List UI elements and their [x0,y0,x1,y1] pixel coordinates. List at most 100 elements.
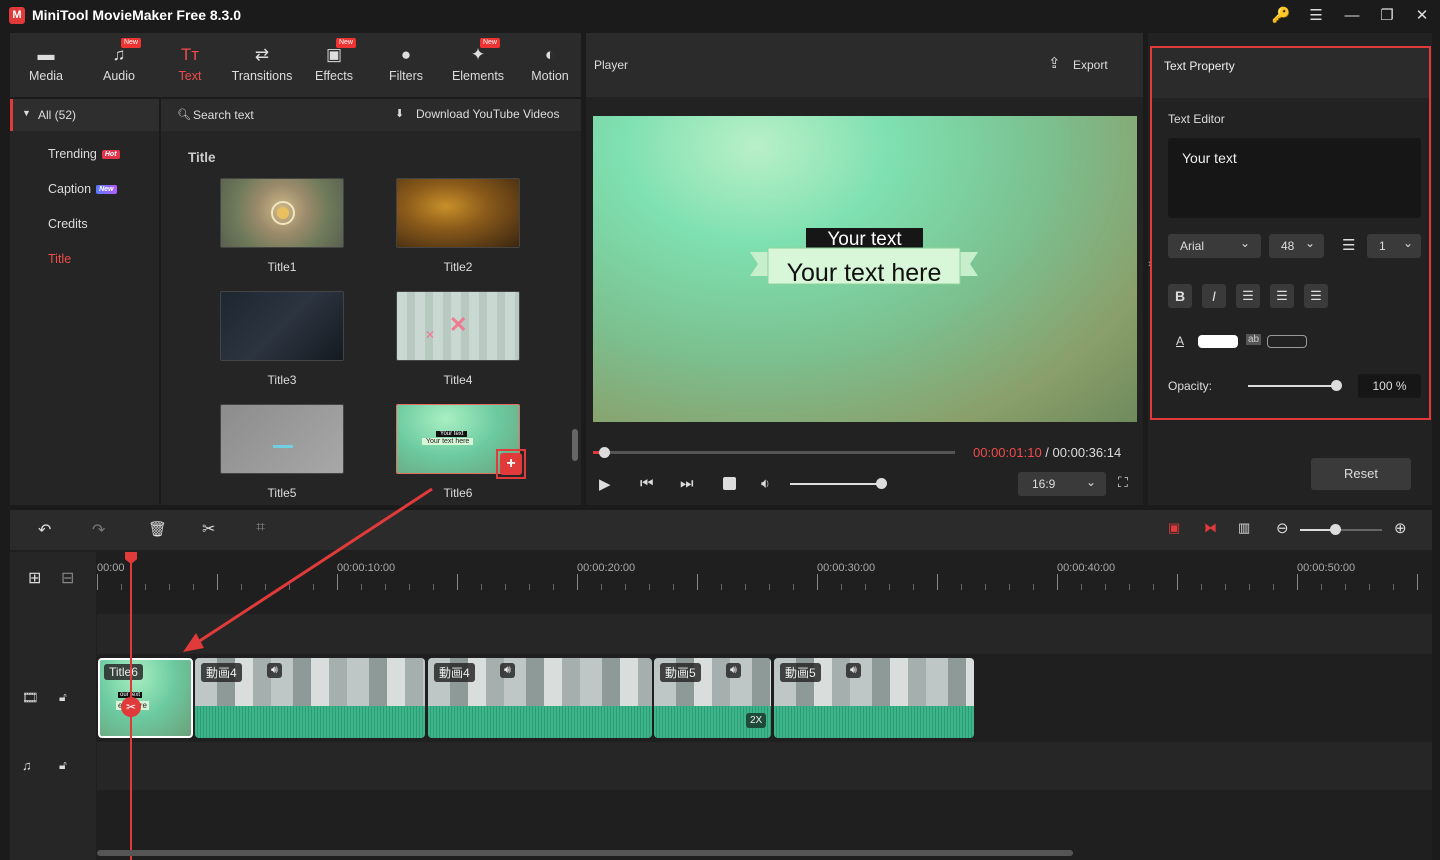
category-caption[interactable]: Caption New [48,182,117,196]
category-credits[interactable]: Credits [48,217,88,231]
ruler-tick [121,584,122,590]
ruler-tick [913,584,914,590]
caret-down-icon: ▼ [22,108,31,118]
category-all[interactable]: ▼ All (52) [10,99,159,131]
video-clip[interactable]: 動画4 🔊︎ [428,658,652,738]
title3-thumbnail[interactable] [220,291,344,361]
delete-icon[interactable]: 🗑︎ [148,520,167,538]
lock-icon[interactable]: 🔓︎ [59,758,67,773]
ring-graphic [271,201,295,225]
library-scrollbar[interactable] [572,429,578,461]
fit-icon[interactable]: ▥ [1238,520,1250,536]
zoom-in-icon[interactable]: ⊕ [1394,519,1407,537]
ruler-tick [649,584,650,590]
volume-handle[interactable] [876,478,887,489]
tab-effects[interactable]: New ▣ Effects [298,33,370,97]
timeline-scrollbar[interactable] [97,850,1073,856]
line-spacing-select[interactable]: 1 ⌄ [1367,234,1421,258]
crop-icon[interactable]: ⌗ [256,519,265,537]
search-input[interactable]: Search text [193,108,254,122]
close-button[interactable]: ✕ [1409,4,1435,28]
ruler-label: 00:00:50:00 [1297,562,1356,574]
video-preview[interactable]: Your text Your text here [593,116,1137,422]
ruler-tick [1345,584,1346,590]
zoom-out-icon[interactable]: ⊖ [1276,519,1289,537]
playhead-split-icon[interactable]: ✂ [121,697,141,717]
text-editor-input[interactable]: Your text [1168,138,1421,218]
title5-thumbnail[interactable] [220,404,344,474]
speed-badge: 2X [746,713,767,728]
opacity-handle[interactable] [1331,380,1342,391]
media-toolbar: ▬ Media New ♫ Audio Tт Text ⇄ Transition… [10,33,581,97]
maximize-button[interactable]: ❐ [1374,4,1400,28]
menu-icon[interactable]: ☰ [1303,4,1329,28]
stop-button[interactable] [723,477,736,490]
tab-transitions[interactable]: ⇄ Transitions [226,33,298,97]
title2-thumbnail[interactable] [396,178,520,248]
background-color-icon: ab [1246,334,1262,345]
filters-icon: ● [400,45,412,64]
add-to-timeline-button[interactable]: + [500,453,522,475]
tab-text[interactable]: Tт Text [154,33,226,97]
category-trending[interactable]: Trending Hot [48,147,120,161]
volume-icon[interactable]: 🔉︎ [761,475,770,492]
volume-slider[interactable] [790,483,884,485]
align-center-icon[interactable]: ☰ [1270,284,1294,308]
align-left-icon[interactable]: ☰ [1236,284,1260,308]
bold-button[interactable]: B [1168,284,1192,308]
play-button[interactable]: ▶ [599,475,611,493]
previous-frame-button[interactable]: ⏮ [640,475,654,492]
ruler-tick [1009,584,1010,590]
video-clip[interactable]: 動画5 🔊︎ [774,658,974,738]
fullscreen-icon[interactable]: ⛶ [1118,474,1128,491]
reset-button[interactable]: Reset [1311,458,1411,490]
opacity-slider[interactable] [1248,385,1336,387]
hot-badge: Hot [101,150,120,160]
playback-progress-track[interactable] [593,451,955,454]
aspect-ratio-select[interactable]: 16:9 ⌄ [1018,472,1106,496]
tab-media[interactable]: ▬ Media [10,33,82,97]
export-button[interactable]: Export [1073,58,1108,72]
timeline-zoom-slider[interactable] [1300,529,1382,531]
remove-track-icon[interactable]: ⊟ [61,568,74,588]
ruler-label: 00:00:10:00 [337,562,396,574]
opacity-input[interactable]: 100 % [1358,374,1421,398]
ruler-tick [289,584,290,590]
zoom-handle[interactable] [1330,524,1341,535]
chevron-down-icon: ⌄ [1086,475,1097,489]
video-clip[interactable]: 動画5 🔊︎ 2X [654,658,771,738]
title4-thumbnail[interactable]: ✕ ✕ [396,291,520,361]
font-select[interactable]: Arial ⌄ [1168,234,1261,258]
search-icon: 🔍︎ [177,109,191,121]
redo-icon[interactable]: ↷ [92,520,105,540]
add-track-icon[interactable]: ⊞ [28,568,41,588]
split-scissors-icon[interactable]: ✂ [202,519,215,539]
italic-button[interactable]: I [1202,284,1226,308]
category-label: Credits [48,217,88,231]
split-view-icon[interactable]: ⧓ [1204,520,1217,536]
align-right-icon[interactable]: ☰ [1304,284,1328,308]
tab-elements[interactable]: New ✦ Elements [442,33,514,97]
thumb-text-top: Your text [436,431,468,437]
player-title: Player [594,58,629,72]
tab-filters[interactable]: ● Filters [370,33,442,97]
key-icon[interactable]: 🔑 [1268,4,1294,28]
new-badge: New [96,185,117,195]
next-frame-button[interactable]: ⏭ [680,475,694,492]
snap-icon[interactable]: ▣ [1168,520,1180,536]
tab-motion[interactable]: ◐ Motion [514,33,586,97]
undo-icon[interactable]: ↶ [38,520,51,540]
category-title[interactable]: Title [48,252,71,266]
minimize-button[interactable]: — [1339,4,1365,28]
text-color-swatch[interactable] [1198,335,1238,348]
download-youtube-link[interactable]: Download YouTube Videos [416,107,559,121]
title1-thumbnail[interactable] [220,178,344,248]
ruler-tick [1297,574,1298,590]
tab-audio[interactable]: New ♫ Audio [83,33,155,97]
video-clip[interactable]: 動画4 🔊︎ [195,658,425,738]
font-size-select[interactable]: 48 ⌄ [1269,234,1324,258]
title6-clip[interactable]: Title6 our text ext here [98,658,193,738]
playback-progress-handle[interactable] [599,447,610,458]
background-color-swatch[interactable] [1267,335,1307,348]
lock-icon[interactable]: 🔓︎ [59,690,67,705]
